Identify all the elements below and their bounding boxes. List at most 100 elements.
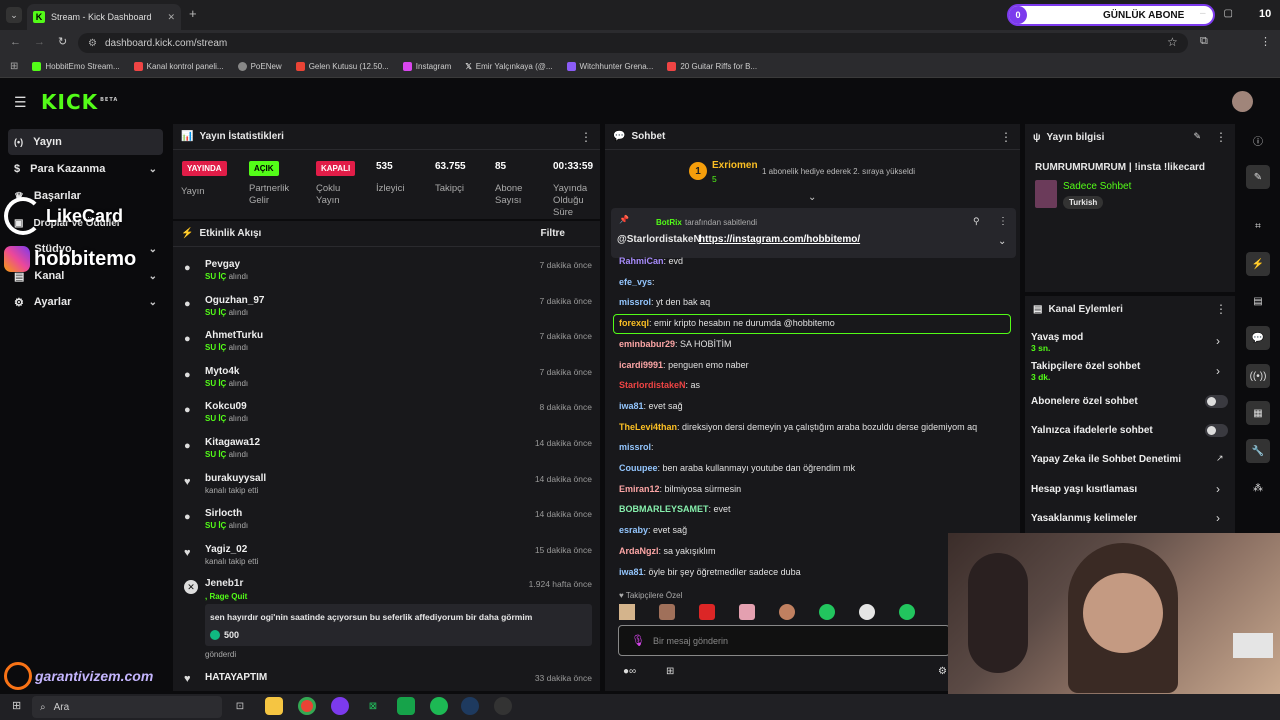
emote-icon[interactable]: [739, 604, 755, 620]
chat-username[interactable]: esraby: [619, 525, 648, 535]
more-icon[interactable]: ⋮: [998, 216, 1008, 227]
apps-grid-icon[interactable]: ⊞: [10, 61, 18, 72]
chevron-right-icon[interactable]: ›: [1216, 511, 1220, 525]
kick-logo[interactable]: KICK BETA: [41, 90, 118, 114]
bookmark-item[interactable]: PoENew: [237, 62, 282, 71]
reload-icon[interactable]: ↻: [58, 35, 67, 48]
chat-username[interactable]: TheLevi4than: [619, 422, 677, 432]
bookmark-item[interactable]: 20 Guitar Riffs for B...: [667, 62, 757, 71]
chat-username[interactable]: Couupee: [619, 463, 658, 473]
chat-username[interactable]: RahmiCan: [619, 256, 664, 266]
emotes-only-toggle[interactable]: [1205, 424, 1228, 437]
emote-icon[interactable]: [619, 604, 635, 620]
action-account-age[interactable]: Hesap yaşı kısıtlaması: [1031, 484, 1137, 495]
unpin-icon[interactable]: ⚲: [973, 216, 980, 227]
chat-settings-icon[interactable]: ⚙: [938, 666, 947, 677]
forward-icon[interactable]: →: [34, 36, 45, 48]
chat-username[interactable]: iwa81: [619, 567, 644, 577]
chevron-right-icon[interactable]: ›: [1216, 334, 1220, 348]
more-icon[interactable]: ⋮: [1000, 130, 1012, 144]
xbox-icon[interactable]: ⊠: [364, 697, 382, 715]
edit-icon[interactable]: ✎: [1193, 131, 1201, 142]
action-followers-only[interactable]: Takipçilere özel sohbet 3 dk.: [1031, 361, 1140, 382]
action-slow-mode[interactable]: Yavaş mod 3 sn.: [1031, 332, 1083, 353]
chat-username[interactable]: forexql: [619, 318, 649, 328]
crop-icon[interactable]: ⌗: [1246, 214, 1270, 238]
more-icon[interactable]: ⋮: [1215, 130, 1227, 144]
user-avatar[interactable]: [1232, 91, 1253, 112]
more-icon[interactable]: ⋮: [580, 130, 592, 144]
stream-category[interactable]: Sadece Sohbet: [1063, 181, 1131, 192]
extensions-icon[interactable]: ⧉: [1200, 35, 1208, 48]
chevron-right-icon[interactable]: ›: [1216, 482, 1220, 496]
back-icon[interactable]: ←: [10, 36, 21, 48]
bolt-icon[interactable]: ⚡: [1246, 252, 1270, 276]
sidebar-item-yayin[interactable]: (•) Yayın: [8, 129, 163, 155]
action-banned-words[interactable]: Yasaklanmış kelimeler: [1031, 513, 1137, 524]
nvidia-icon[interactable]: [397, 697, 415, 715]
pencil-icon[interactable]: ✎: [1246, 165, 1270, 189]
collapse-icon[interactable]: ⌄: [808, 192, 816, 203]
external-link-icon[interactable]: ↗: [1216, 453, 1224, 464]
chat-username[interactable]: BOBMARLEYSAMET: [619, 504, 709, 514]
store-icon[interactable]: ⊞: [666, 666, 674, 677]
chevron-right-icon[interactable]: ›: [1216, 364, 1220, 378]
spotify-icon[interactable]: [430, 697, 448, 715]
chat-username[interactable]: Emiran12: [619, 484, 660, 494]
windows-start-icon[interactable]: ⊞: [12, 699, 21, 712]
close-tab-icon[interactable]: ✕: [167, 12, 175, 23]
bookmark-item[interactable]: 𝕏 Emir Yalçınkaya (@...: [465, 62, 552, 71]
steam-icon[interactable]: [461, 697, 479, 715]
browser-tab[interactable]: K Stream - Kick Dashboard ✕: [27, 4, 181, 30]
hamburger-menu-icon[interactable]: ☰: [14, 94, 27, 111]
obs-icon[interactable]: [494, 697, 512, 715]
url-input[interactable]: ⚙ dashboard.kick.com/stream: [78, 33, 1188, 53]
task-view-icon[interactable]: ⊡: [231, 697, 249, 715]
bookmark-star-icon[interactable]: ☆: [1167, 35, 1178, 49]
server-icon[interactable]: ▦: [1246, 401, 1270, 425]
chat-icon[interactable]: 💬: [1246, 326, 1270, 350]
new-tab-icon[interactable]: +: [189, 6, 197, 21]
chat-username[interactable]: missrol: [619, 297, 651, 307]
chat-username[interactable]: StarlordistakeN: [619, 380, 686, 390]
taskbar-search[interactable]: ⌕ Ara: [32, 696, 222, 718]
discord-icon[interactable]: [331, 697, 349, 715]
site-info-icon[interactable]: ⚙: [88, 38, 97, 49]
points-icon[interactable]: ●∞: [623, 666, 636, 677]
more-icon[interactable]: ⋮: [1215, 302, 1227, 316]
emote-icon[interactable]: [819, 604, 835, 620]
chat-username[interactable]: eminbabur29: [619, 339, 675, 349]
chat-username[interactable]: ArdaNgzl: [619, 546, 659, 556]
chevron-down-icon[interactable]: ⌄: [998, 236, 1006, 247]
wrench-icon[interactable]: 🔧: [1246, 439, 1270, 463]
emote-icon[interactable]: [699, 604, 715, 620]
emote-icon[interactable]: [779, 604, 795, 620]
chat-username[interactable]: efe_vys: [619, 277, 652, 287]
window-controls[interactable]: –▢: [1200, 8, 1251, 19]
sidebar-item-ayarlar[interactable]: ⚙ Ayarlar ⌄: [8, 289, 163, 315]
chat-input[interactable]: 🎙 Bir mesaj gönderin: [618, 625, 950, 656]
document-icon[interactable]: ▤: [1246, 289, 1270, 313]
browser-menu-icon[interactable]: ⋮: [1260, 35, 1271, 48]
bookmark-item[interactable]: Kanal kontrol paneli...: [133, 62, 224, 71]
sidebar-item-para-kazanma[interactable]: $ Para Kazanma ⌄: [8, 156, 163, 182]
chat-username[interactable]: icardi9991: [619, 360, 663, 370]
bookmark-item[interactable]: Witchhunter Grena...: [566, 62, 653, 71]
subscribers-only-toggle[interactable]: [1205, 395, 1228, 408]
tab-list-icon[interactable]: ⌄: [6, 7, 22, 23]
filter-button[interactable]: Filtre: [541, 228, 565, 239]
chrome-icon[interactable]: [298, 697, 316, 715]
info-icon[interactable]: ⓘ: [1246, 128, 1270, 152]
bookmark-item[interactable]: HobbitEmo Stream...: [32, 62, 120, 71]
bookmark-item[interactable]: Instagram: [402, 62, 451, 71]
chat-username[interactable]: iwa81: [619, 401, 644, 411]
action-ai-moderation[interactable]: Yapay Zeka ile Sohbet Denetimi: [1031, 454, 1181, 465]
chat-username[interactable]: missrol: [619, 442, 651, 452]
broadcast-icon[interactable]: ((•)): [1246, 364, 1270, 388]
microphone-icon[interactable]: 🎙: [631, 634, 645, 647]
emote-icon[interactable]: [659, 604, 675, 620]
pinned-link[interactable]: https://instagram.com/hobbitemo/: [699, 234, 860, 245]
users-icon[interactable]: ⁂: [1246, 476, 1270, 500]
file-explorer-icon[interactable]: [265, 697, 283, 715]
emote-icon[interactable]: [859, 604, 875, 620]
